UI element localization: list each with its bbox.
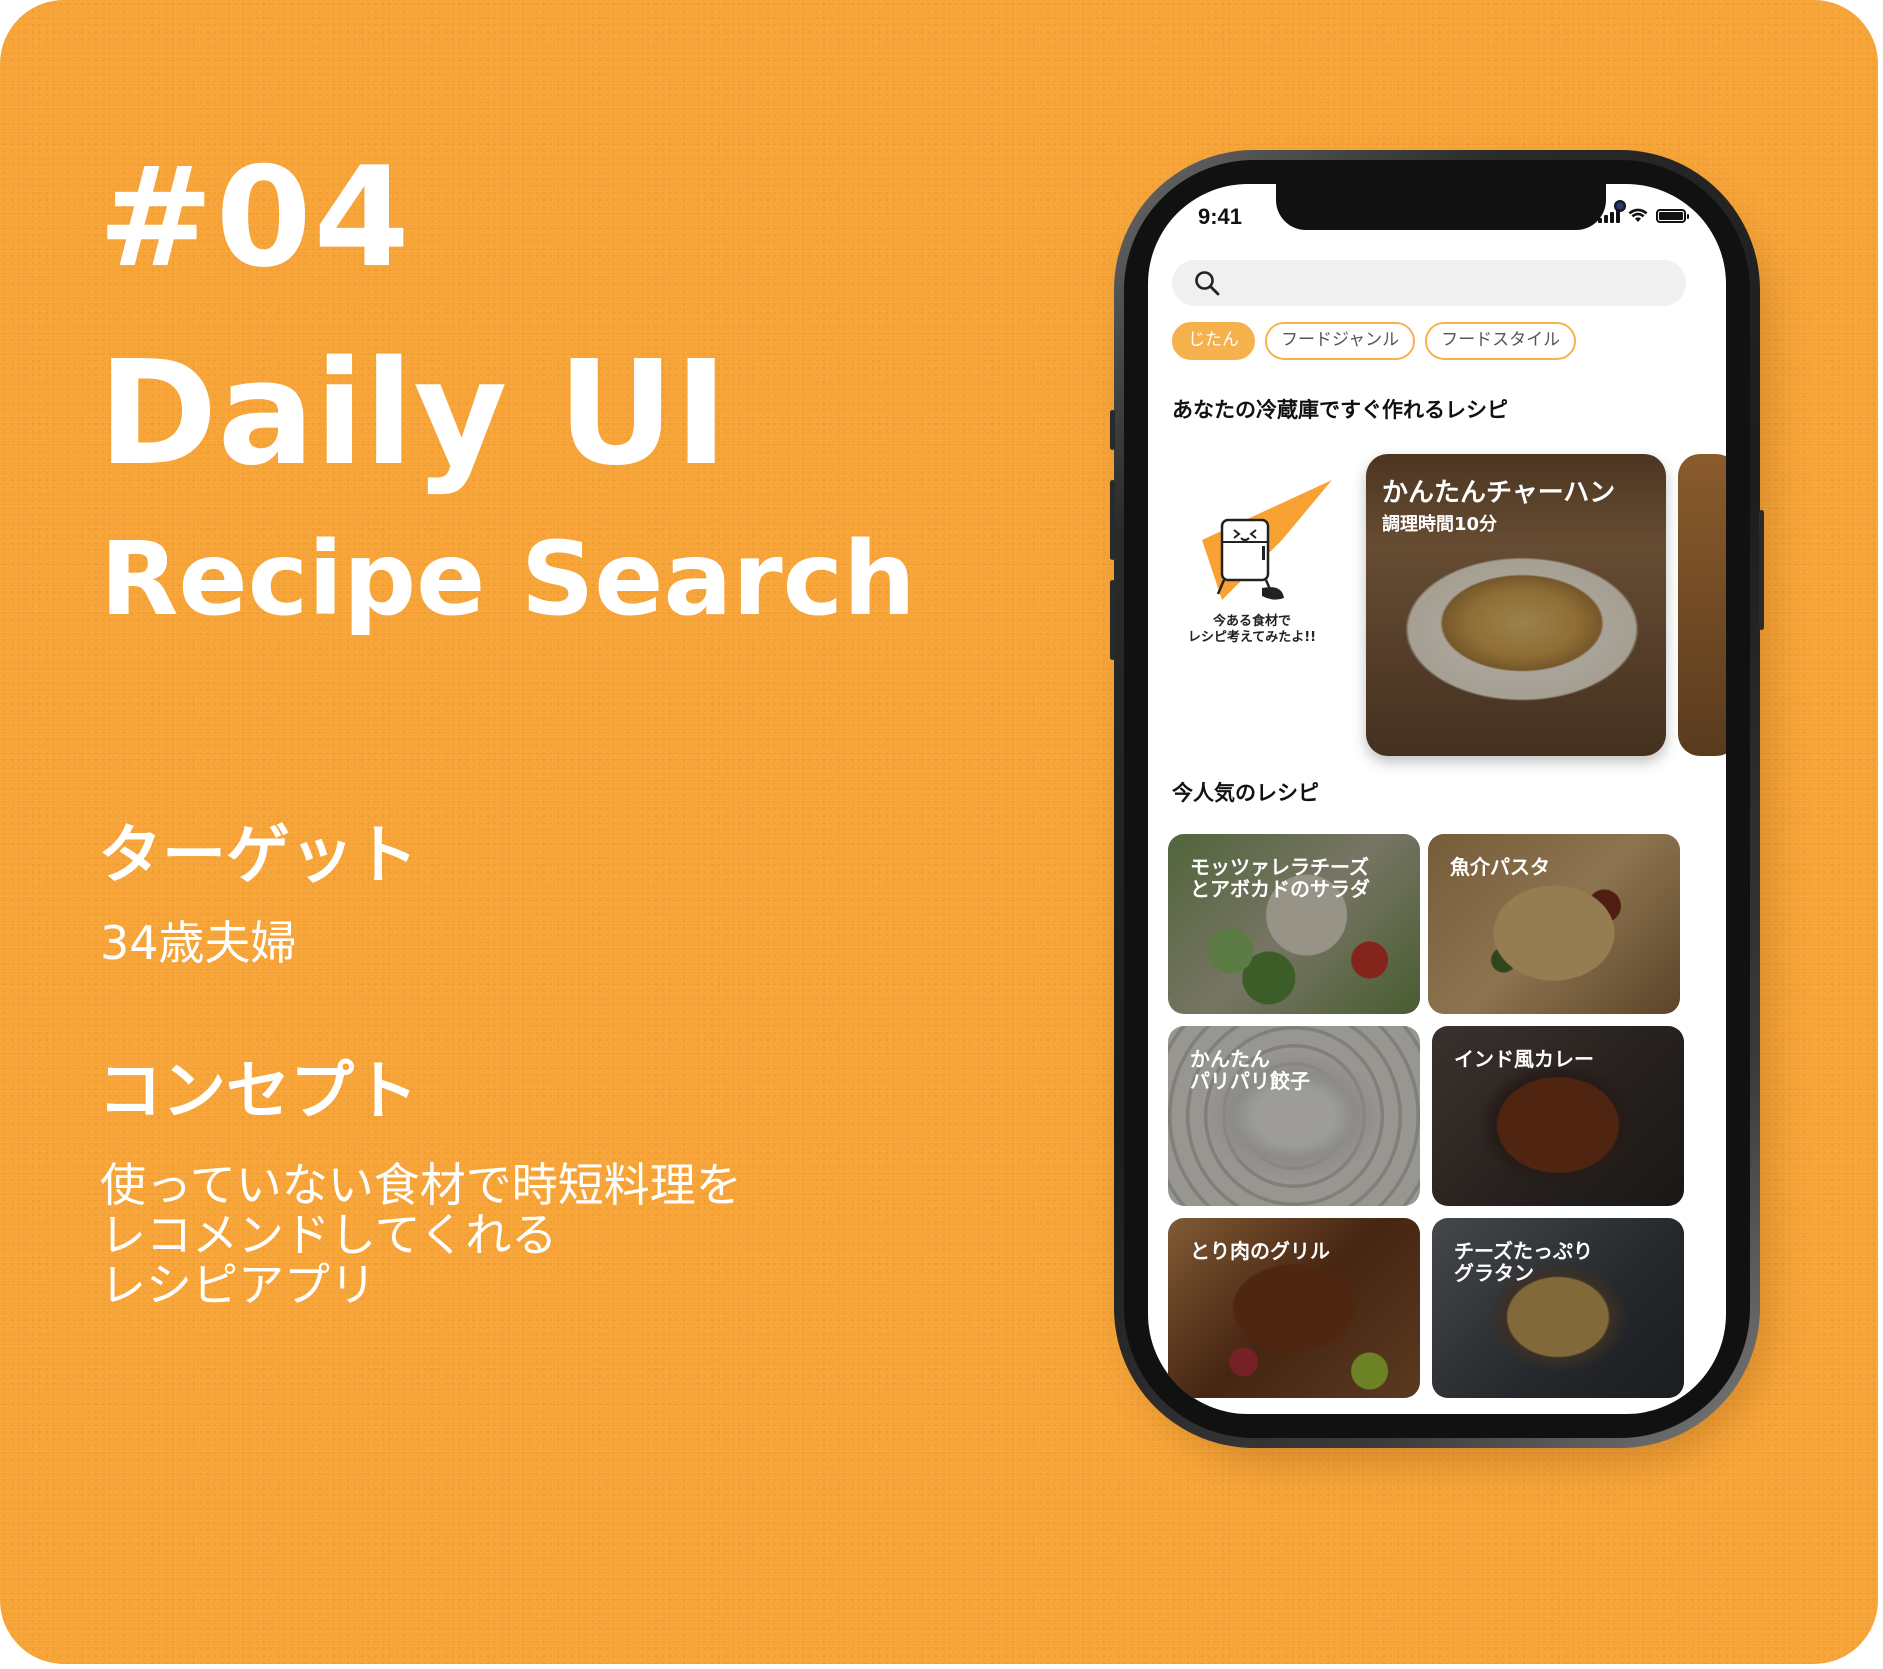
volume-up-button <box>1110 480 1115 560</box>
chip-food-genre[interactable]: フードジャンル <box>1265 322 1416 360</box>
recipe-tile-title: モッツァレラチーズ とアボカドのサラダ <box>1190 855 1370 901</box>
phone-mockup: 9:41 じたん フードジャンル フードスタイル あなたの冷蔵庫ですぐ作れるレシ… <box>1110 150 1764 1448</box>
recipe-tile-gratin[interactable]: チーズたっぷり グラタン <box>1432 1218 1684 1398</box>
filter-chips: じたん フードジャンル フードスタイル <box>1172 322 1577 360</box>
featured-recipe-title: かんたんチャーハン <box>1382 478 1616 508</box>
power-button <box>1759 510 1764 630</box>
hero-title: Daily UI <box>98 329 728 497</box>
target-body: 34歳夫婦 <box>100 916 297 970</box>
recipe-tile-title: 魚介パスタ <box>1450 855 1550 879</box>
recipe-tile-grill[interactable]: とり肉のグリル <box>1168 1218 1420 1398</box>
recipe-tile-gyoza[interactable]: かんたん パリパリ餃子 <box>1168 1026 1420 1206</box>
wifi-icon <box>1628 208 1648 222</box>
hero-number: #04 <box>98 137 412 298</box>
fridge-section-title: あなたの冷蔵庫ですぐ作れるレシピ <box>1172 398 1508 422</box>
volume-down-button <box>1110 580 1115 660</box>
mascot-caption: 今ある食材で レシピ考えてみたよ!! <box>1187 614 1317 645</box>
battery-icon <box>1656 209 1689 223</box>
featured-recipe-card[interactable]: かんたんチャーハン 調理時間10分 <box>1366 454 1666 756</box>
status-time: 9:41 <box>1198 204 1243 229</box>
background-card: #04 Daily UI Recipe Search ターゲット 34歳夫婦 コ… <box>0 0 1878 1664</box>
recipe-tile-pasta[interactable]: 魚介パスタ <box>1428 834 1680 1014</box>
signal-icon <box>1598 209 1620 223</box>
target-heading: ターゲット <box>98 819 418 893</box>
notch <box>1276 184 1626 230</box>
search-bar[interactable] <box>1172 260 1686 306</box>
recipe-tile-salad[interactable]: モッツァレラチーズ とアボカドのサラダ <box>1168 834 1420 1014</box>
mascot: 今ある食材で レシピ考えてみたよ!! <box>1162 480 1342 670</box>
chip-jitan[interactable]: じたん <box>1172 322 1255 360</box>
popular-section-title: 今人気のレシピ <box>1172 781 1319 805</box>
mute-switch <box>1110 410 1115 450</box>
recipe-tile-title: インド風カレー <box>1454 1047 1594 1071</box>
phone-bezel: 9:41 じたん フードジャンル フードスタイル あなたの冷蔵庫ですぐ作れるレシ… <box>1124 160 1750 1438</box>
search-input[interactable] <box>1234 260 1666 306</box>
search-icon <box>1195 271 1220 296</box>
app-screen: 9:41 じたん フードジャンル フードスタイル あなたの冷蔵庫ですぐ作れるレシ… <box>1148 184 1726 1414</box>
next-recipe-card-peek[interactable] <box>1678 454 1726 756</box>
recipe-tile-title: とり肉のグリル <box>1190 1239 1330 1263</box>
recipe-tile-curry[interactable]: インド風カレー <box>1432 1026 1684 1206</box>
featured-recipe-time: 調理時間10分 <box>1382 514 1498 535</box>
recipe-tile-title: チーズたっぷり グラタン <box>1454 1239 1593 1285</box>
concept-body: 使っていない食材で時短料理を レコメンドしてくれる レシピアプリ <box>100 1158 742 1312</box>
fridge-mascot-icon <box>1202 480 1332 600</box>
recipe-tile-title: かんたん パリパリ餃子 <box>1190 1047 1310 1093</box>
hero-subtitle: Recipe Search <box>100 520 916 639</box>
status-icons <box>1598 208 1689 223</box>
concept-heading: コンセプト <box>98 1055 418 1129</box>
chip-food-style[interactable]: フードスタイル <box>1425 322 1577 360</box>
